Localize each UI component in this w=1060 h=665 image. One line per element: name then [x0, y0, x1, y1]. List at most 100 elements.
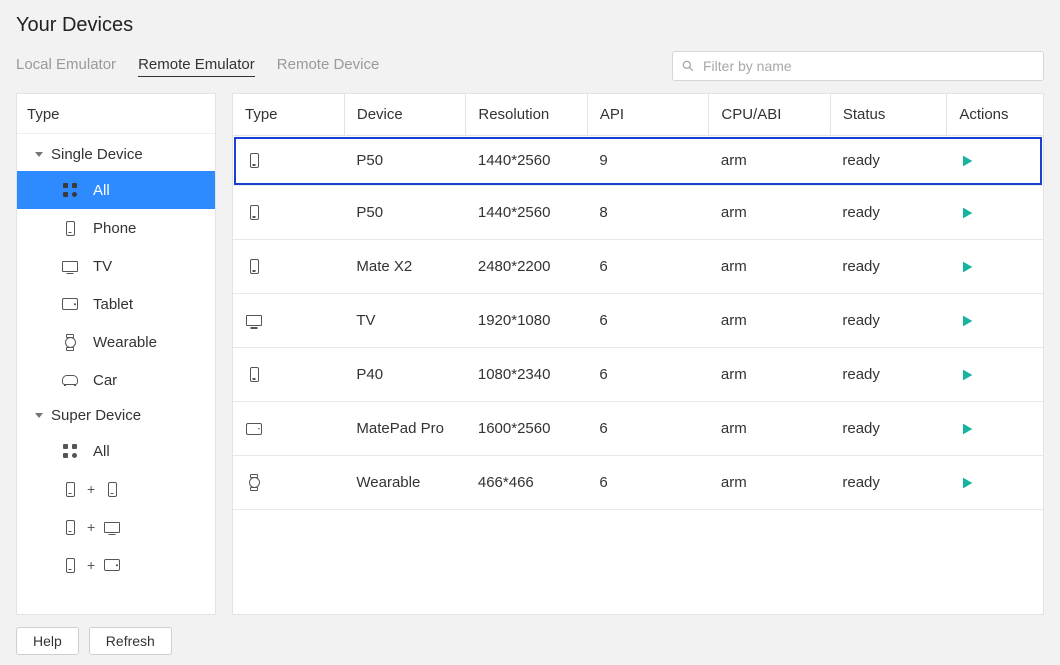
col-header-actions[interactable]: Actions: [947, 94, 1043, 136]
cell-actions: [947, 294, 1043, 348]
cell-actions: [947, 136, 1043, 186]
sidebar-combo-phone-phone[interactable]: +: [17, 470, 215, 508]
run-button[interactable]: [959, 475, 1033, 491]
sidebar-item-label: TV: [93, 258, 112, 275]
cell-type-icon: [233, 402, 344, 456]
phone-icon: [245, 259, 263, 274]
tab-local-emulator[interactable]: Local Emulator: [16, 56, 116, 77]
table-row[interactable]: Mate X22480*22006armready: [233, 240, 1043, 294]
sidebar-item-wearable[interactable]: Wearable: [17, 323, 215, 361]
cell-device: P50: [344, 186, 466, 240]
col-header-device[interactable]: Device: [344, 94, 466, 136]
sidebar-item-label: Tablet: [93, 296, 133, 313]
col-header-status[interactable]: Status: [830, 94, 946, 136]
tv-icon: [61, 261, 79, 272]
refresh-button[interactable]: Refresh: [89, 627, 172, 655]
run-button[interactable]: [959, 259, 1033, 275]
tab-bar: Local Emulator Remote Emulator Remote Devi…: [16, 56, 379, 77]
cell-cpu: arm: [709, 348, 831, 402]
phone-icon: [61, 520, 79, 535]
device-table: TypeDeviceResolutionAPICPU/ABIStatusActi…: [232, 93, 1044, 615]
type-sidebar: Type Single DeviceAllPhoneTVTabletWearab…: [16, 93, 216, 615]
cell-cpu: arm: [709, 456, 831, 510]
wear-icon: [245, 477, 263, 488]
phone-icon: [61, 221, 79, 236]
table-row[interactable]: P501440*25609armready: [233, 136, 1043, 186]
sidebar-item-all[interactable]: All: [17, 171, 215, 209]
cell-status: ready: [830, 136, 946, 186]
sd-all-icon: [61, 444, 79, 458]
sidebar-item-car[interactable]: Car: [17, 361, 215, 399]
cell-cpu: arm: [709, 402, 831, 456]
table-row[interactable]: P501440*25608armready: [233, 186, 1043, 240]
tablet-icon: [61, 298, 79, 310]
search-input[interactable]: [701, 57, 1035, 75]
phone-icon: [103, 482, 121, 497]
cell-resolution: 1920*1080: [466, 294, 588, 348]
wearable-icon: [61, 337, 79, 348]
tablet-icon: [245, 423, 263, 435]
table-row[interactable]: TV1920*10806armready: [233, 294, 1043, 348]
cell-resolution: 2480*2200: [466, 240, 588, 294]
tab-remote-emulator[interactable]: Remote Emulator: [138, 56, 255, 77]
cell-resolution: 1440*2560: [466, 136, 588, 186]
col-header-type[interactable]: Type: [233, 94, 344, 136]
tree-group-single-device[interactable]: Single Device: [17, 138, 215, 171]
sidebar-item-label: Wearable: [93, 334, 157, 351]
tablet-icon: [103, 559, 121, 571]
cell-api: 6: [587, 294, 709, 348]
sidebar-item-sd-all[interactable]: All: [17, 432, 215, 470]
cell-actions: [947, 402, 1043, 456]
car-icon: [61, 375, 79, 385]
run-button[interactable]: [959, 313, 1033, 329]
cell-cpu: arm: [709, 186, 831, 240]
cell-device: P40: [344, 348, 466, 402]
sidebar-combo-phone-tv[interactable]: +: [17, 508, 215, 546]
cell-resolution: 1080*2340: [466, 348, 588, 402]
cell-type-icon: [233, 136, 344, 186]
run-button[interactable]: [959, 153, 1033, 169]
table-row[interactable]: Wearable466*4666armready: [233, 456, 1043, 510]
cell-status: ready: [830, 402, 946, 456]
cell-type-icon: [233, 348, 344, 402]
cell-status: ready: [830, 456, 946, 510]
sidebar-item-label: Car: [93, 372, 117, 389]
sidebar-item-label: All: [93, 443, 110, 460]
plus-icon: +: [87, 481, 95, 497]
cell-resolution: 1600*2560: [466, 402, 588, 456]
cell-device: Mate X2: [344, 240, 466, 294]
sidebar-combo-phone-tablet[interactable]: +: [17, 546, 215, 584]
sidebar-item-tablet[interactable]: Tablet: [17, 285, 215, 323]
cell-device: MatePad Pro: [344, 402, 466, 456]
phone-icon: [245, 153, 263, 168]
cell-device: P50: [344, 136, 466, 186]
phone-icon: [245, 205, 263, 220]
cell-api: 6: [587, 348, 709, 402]
col-header-resolution[interactable]: Resolution: [466, 94, 588, 136]
cell-actions: [947, 456, 1043, 510]
search-icon: [681, 59, 695, 73]
cell-type-icon: [233, 294, 344, 348]
run-button[interactable]: [959, 421, 1033, 437]
tab-remote-device[interactable]: Remote Device: [277, 56, 380, 77]
cell-type-icon: [233, 456, 344, 510]
search-box[interactable]: [672, 51, 1044, 81]
tree-group-super-device[interactable]: Super Device: [17, 399, 215, 432]
run-button[interactable]: [959, 205, 1033, 221]
table-row[interactable]: MatePad Pro1600*25606armready: [233, 402, 1043, 456]
table-row[interactable]: P401080*23406armready: [233, 348, 1043, 402]
help-button[interactable]: Help: [16, 627, 79, 655]
cell-device: TV: [344, 294, 466, 348]
cell-cpu: arm: [709, 240, 831, 294]
tv-icon: [103, 522, 121, 533]
sidebar-item-tv[interactable]: TV: [17, 247, 215, 285]
col-header-cpu-abi[interactable]: CPU/ABI: [709, 94, 831, 136]
run-button[interactable]: [959, 367, 1033, 383]
sidebar-item-phone[interactable]: Phone: [17, 209, 215, 247]
cell-device: Wearable: [344, 456, 466, 510]
cell-resolution: 1440*2560: [466, 186, 588, 240]
sidebar-item-label: Phone: [93, 220, 136, 237]
cell-actions: [947, 186, 1043, 240]
cell-status: ready: [830, 240, 946, 294]
col-header-api[interactable]: API: [587, 94, 709, 136]
